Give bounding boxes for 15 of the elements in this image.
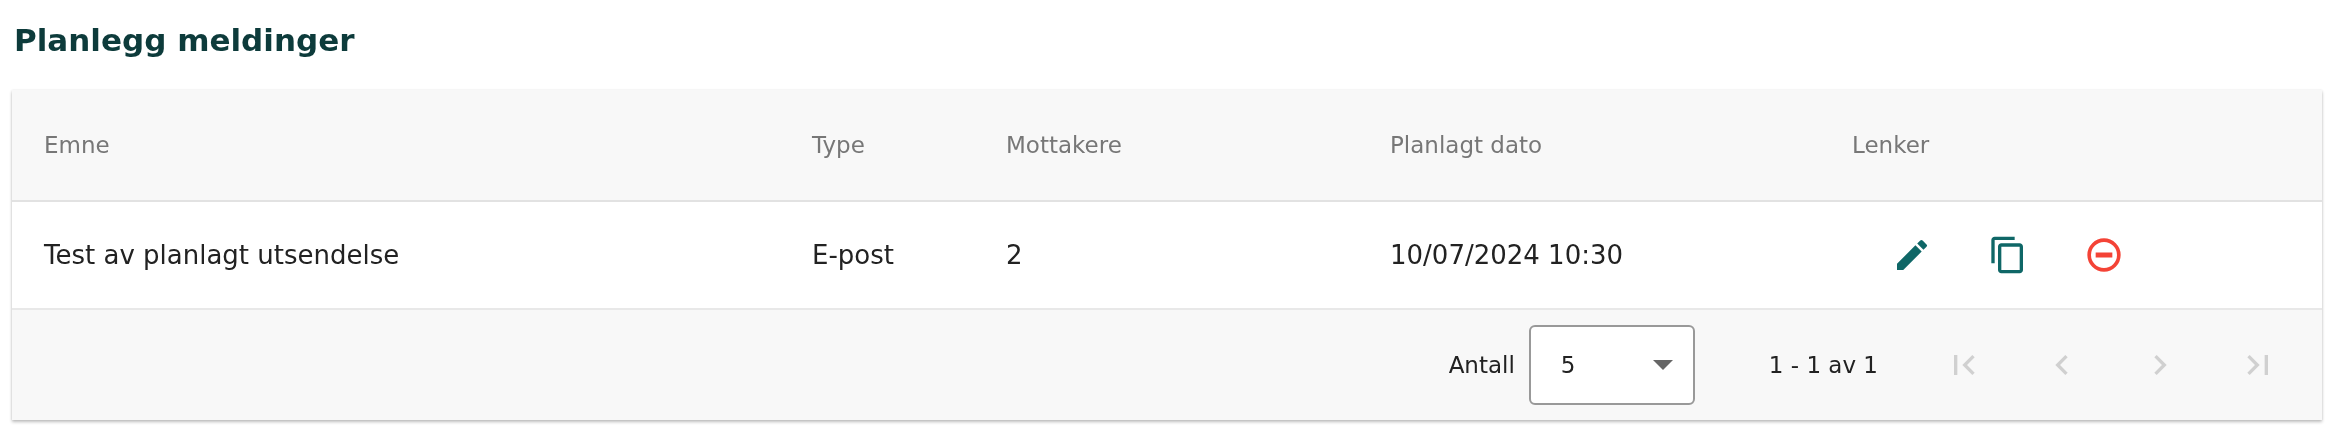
table-cell-text: 10/07/2024 10:30 xyxy=(1390,240,1625,270)
column-header: Mottakere xyxy=(1006,132,1123,158)
table-cell-text: 2 xyxy=(1006,240,1024,270)
remove-icon[interactable] xyxy=(2084,235,2124,275)
page-size-select[interactable]: 5 xyxy=(1528,325,1695,405)
column-header: Lenker xyxy=(1852,132,1931,158)
column-header: Planlagt dato xyxy=(1390,132,1544,158)
page-size-label: Antall xyxy=(1448,352,1515,378)
column-header: Type xyxy=(812,132,866,158)
table-cell-text: Test av planlagt utsendelse xyxy=(44,240,401,270)
column-header: Emne xyxy=(44,132,111,158)
page-title: Planlegg meldinger xyxy=(14,21,356,60)
caret-icon xyxy=(1652,360,1673,370)
table-cell-text: E-post xyxy=(812,240,895,270)
range-label: 1 - 1 av 1 xyxy=(1768,352,1878,378)
